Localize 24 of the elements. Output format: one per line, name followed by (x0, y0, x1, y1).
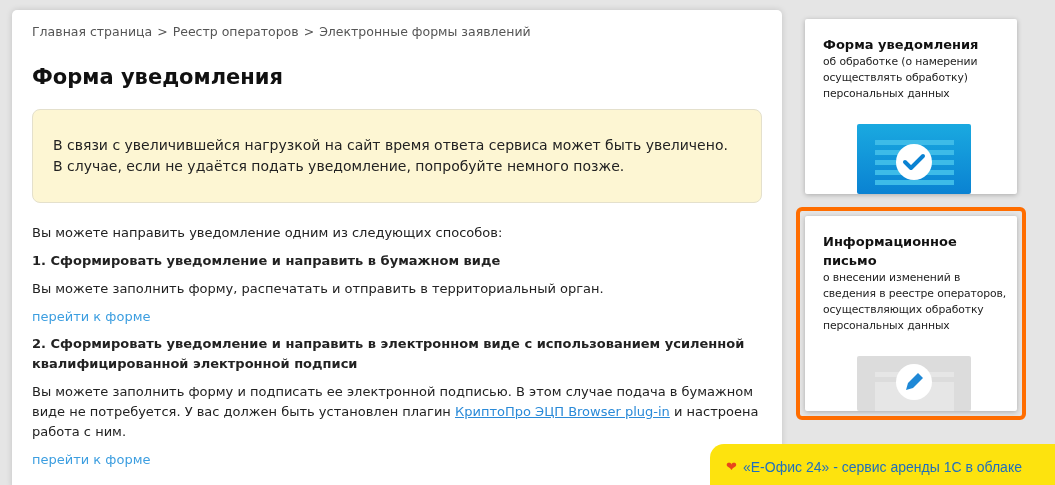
document-pencil-icon (857, 356, 971, 411)
breadcrumb-separator: > (157, 24, 168, 39)
method-description: Вы можете заполнить форму и подписать ее электронной подписью. В этом случае подача в бумажном виде не потребуется. У вас должен быть установлен плагин КриптоПро ЭЦП Browser plug-in и настроена работа с ним. (32, 383, 760, 441)
promo-banner[interactable]: ❤ «Е-Офис 24» - сервис аренды 1С в облаке (710, 444, 1055, 485)
breadcrumb-separator: > (303, 24, 315, 39)
plugin-link[interactable]: КриптоПро ЭЦП Browser plug-in (455, 404, 670, 419)
card-title: Форма уведомления (823, 36, 980, 54)
card-title: Информационное письмо (823, 233, 958, 270)
notice-text: В связи с увеличившейся нагрузкой на сайт время ответа сервиса может быть увеличено. В случае, если не удаётся подать уведомление, попробуйте немного позже. (53, 136, 729, 176)
card-description: о внесении изменений в сведения в реестре операторов, осуществляющих обработку персональных данных (823, 270, 1008, 334)
promo-text: «Е-Офис 24» - сервис аренды 1С в облаке (743, 458, 1022, 475)
breadcrumb-link[interactable]: Главная страница (32, 24, 153, 39)
form-card[interactable]: Информационное письмо о внесении изменений в сведения в реестре операторов, осуществляющих обработку персональных данных (805, 216, 1017, 411)
method-description: Вы можете заполнить форму, распечатать и отправить в территориальный орган. (32, 280, 605, 298)
method-heading: 1. Сформировать уведомление и направить в бумажном виде (32, 252, 502, 270)
breadcrumb-link[interactable]: Реестр операторов (172, 24, 299, 39)
document-check-icon (857, 124, 971, 194)
page-title: Форма уведомления (32, 65, 285, 89)
intro-text: Вы можете направить уведомление одним из следующих способов: (32, 224, 504, 242)
card-description: об обработке (о намерении осуществлять обработку) персональных данных (823, 54, 979, 102)
form-card[interactable]: Форма уведомления об обработке (о намерении осуществлять обработку) персональных данных (805, 19, 1017, 194)
breadcrumb-link[interactable]: Электронные формы заявлений (319, 24, 531, 39)
heart-icon: ❤ (726, 459, 737, 474)
method-heading: 2. Сформировать уведомление и направить в электронном виде с использованием усиленной квалифицированной электронной подписи (32, 335, 746, 373)
